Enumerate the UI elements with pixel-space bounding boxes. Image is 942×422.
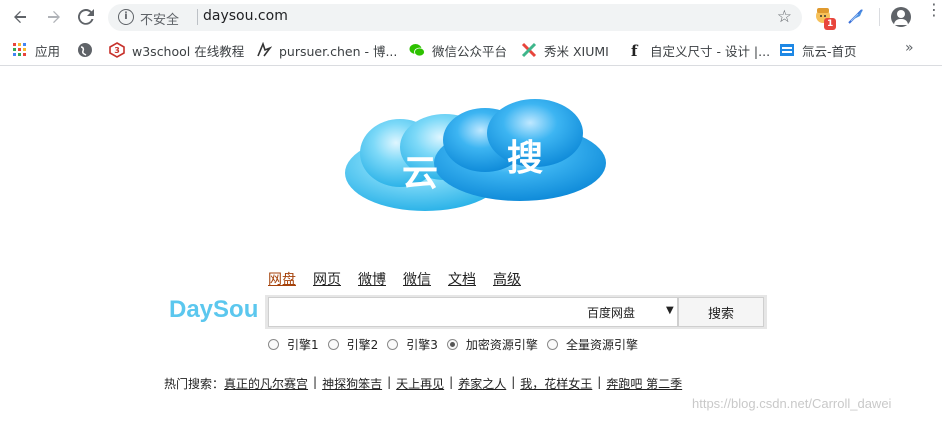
- hot-separator: |: [511, 375, 516, 389]
- bookmark-label: w3school 在线教程: [132, 43, 245, 59]
- radio-button[interactable]: [546, 339, 558, 350]
- hot-separator: |: [387, 375, 392, 389]
- bookmark-label: 微信公众平台: [432, 43, 508, 59]
- bookmark-label: pursuer.chen - 博...: [279, 43, 398, 59]
- bookmarks-bar: 应用 3 w3school 在线教程 pursuer.chen - 博... 微…: [0, 35, 942, 66]
- search-button[interactable]: 搜索: [678, 297, 764, 327]
- tab-advanced[interactable]: 高级: [493, 269, 521, 289]
- tab-weibo[interactable]: 微博: [358, 269, 386, 289]
- profile-avatar-icon[interactable]: [891, 7, 911, 27]
- bookmark-pursuer[interactable]: pursuer.chen - 博...: [256, 40, 397, 60]
- daysou-brand-text: DaySou: [169, 296, 259, 323]
- engine-radio-full[interactable]: 全量资源引擎: [546, 336, 638, 353]
- daysou-cloud-logo: 云 搜: [340, 95, 610, 215]
- radio-button[interactable]: [268, 339, 279, 350]
- engine-select-value: 百度网盘: [587, 306, 636, 320]
- menu-kebab-icon[interactable]: ⋮: [926, 2, 942, 18]
- engine-radio-encrypted[interactable]: 加密资源引擎: [446, 336, 538, 353]
- extension-feather-icon[interactable]: [846, 6, 866, 26]
- bookmark-label: 应用: [35, 43, 61, 59]
- hot-search-link[interactable]: 奔跑吧 第二季: [606, 375, 682, 392]
- bookmark-h3yun[interactable]: 氚云-首页: [779, 40, 857, 60]
- h3yun-icon: [779, 42, 795, 58]
- bookmark-xiumi[interactable]: 秀米 XIUMI: [521, 40, 609, 60]
- tab-wechat[interactable]: 微信: [403, 269, 431, 289]
- hot-searches: 热门搜索： 真正的凡尔赛宫 | 神探狗笨吉 | 天上再见 | 养家之人 | 我，…: [164, 375, 682, 392]
- hot-separator: |: [313, 375, 318, 389]
- omnibox-divider: [197, 9, 198, 25]
- csdn-watermark: https://blog.csdn.net/Carroll_dawei: [692, 396, 892, 411]
- bookmark-label: 自定义尺寸 - 设计 |...: [650, 43, 771, 59]
- tab-wangpan[interactable]: 网盘: [268, 269, 296, 289]
- bookmark-custom-size[interactable]: f 自定义尺寸 - 设计 |...: [627, 40, 770, 60]
- hot-search-link[interactable]: 神探狗笨吉: [322, 375, 382, 392]
- bookmark-label: 氚云-首页: [802, 43, 857, 59]
- radio-label: 引擎2: [346, 338, 379, 352]
- engine-select[interactable]: 百度网盘: [587, 304, 635, 321]
- hot-search-link[interactable]: 养家之人: [458, 375, 506, 392]
- radio-label: 引擎3: [406, 338, 438, 352]
- url-text[interactable]: daysou.com: [203, 8, 288, 24]
- forward-arrow-icon[interactable]: [42, 6, 66, 28]
- search-category-tabs: 网盘 网页 微博 微信 文档 高级: [268, 269, 538, 289]
- pursuer-icon: [256, 41, 273, 58]
- globe-icon: [77, 42, 93, 58]
- engine-radio-group: 引擎1 引擎2 引擎3 加密资源引擎 全量资源引擎: [268, 336, 647, 353]
- extension-badge: 1: [824, 18, 837, 30]
- bookmark-apps[interactable]: 应用: [12, 40, 60, 60]
- engine-radio-1[interactable]: 引擎1: [268, 336, 319, 353]
- radio-button-checked[interactable]: [446, 339, 458, 350]
- bookmark-label: 秀米 XIUMI: [544, 43, 609, 59]
- toolbar-divider: [879, 8, 880, 26]
- radio-button[interactable]: [387, 339, 399, 350]
- hot-separator: |: [597, 375, 602, 389]
- tab-webpage[interactable]: 网页: [313, 269, 341, 289]
- reload-icon[interactable]: [74, 6, 98, 28]
- radio-label: 全量资源引擎: [565, 338, 638, 352]
- radio-label: 加密资源引擎: [465, 338, 538, 352]
- back-arrow-icon[interactable]: [8, 6, 32, 28]
- bookmark-star-icon[interactable]: ☆: [777, 7, 792, 27]
- browser-toolbar: i 不安全 daysou.com ☆ 1 ⋮: [0, 0, 942, 35]
- logo-char-right: 搜: [507, 138, 543, 179]
- bookmark-globe[interactable]: [77, 40, 100, 60]
- insecure-label: 不安全: [140, 13, 180, 28]
- xiumi-icon: [521, 42, 537, 58]
- hot-search-link[interactable]: 天上再见: [396, 375, 444, 392]
- engine-radio-2[interactable]: 引擎2: [327, 336, 379, 353]
- f-icon: f: [627, 42, 643, 60]
- bookmark-wechat[interactable]: 微信公众平台: [409, 40, 507, 60]
- svg-text:3: 3: [114, 46, 120, 55]
- engine-radio-3[interactable]: 引擎3: [387, 336, 438, 353]
- info-icon[interactable]: i: [118, 9, 134, 25]
- hot-searches-label: 热门搜索：: [164, 377, 225, 391]
- logo-char-left: 云: [402, 153, 438, 194]
- bookmark-w3school[interactable]: 3 w3school 在线教程: [109, 40, 244, 60]
- svg-text:f: f: [631, 42, 639, 58]
- tab-docs[interactable]: 文档: [448, 269, 476, 289]
- radio-label: 引擎1: [287, 338, 319, 352]
- wechat-icon: [409, 42, 425, 58]
- hot-search-link[interactable]: 我，花样女王: [520, 375, 592, 392]
- apps-grid-icon: [12, 42, 28, 58]
- bookmarks-overflow-button[interactable]: »: [905, 40, 914, 56]
- hot-separator: |: [449, 375, 454, 389]
- dropdown-arrow-icon[interactable]: ▼: [666, 305, 674, 316]
- radio-button[interactable]: [327, 339, 339, 350]
- hot-search-link[interactable]: 真正的凡尔赛宫: [224, 375, 308, 392]
- w3school-icon: 3: [109, 42, 125, 58]
- address-bar[interactable]: i 不安全 daysou.com ☆: [108, 4, 802, 31]
